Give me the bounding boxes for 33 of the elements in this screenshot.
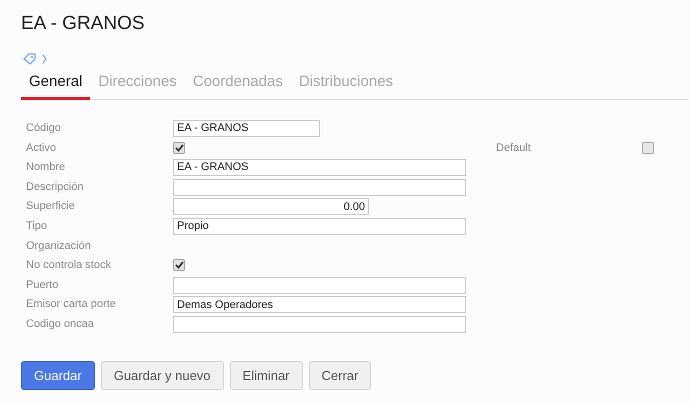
action-button[interactable]: Cerrar xyxy=(308,361,372,390)
tab[interactable]: General xyxy=(21,68,90,100)
input-field[interactable]: 0.00 xyxy=(173,198,369,216)
field-label: Puerto xyxy=(26,278,60,293)
checkmark-icon xyxy=(174,261,184,270)
field-label: Descripción xyxy=(26,180,84,195)
action-button[interactable]: Guardar xyxy=(21,361,95,390)
input-field[interactable] xyxy=(173,276,466,294)
checkbox[interactable] xyxy=(173,259,185,272)
action-button[interactable]: Eliminar xyxy=(230,361,303,390)
field-label: Superficie xyxy=(26,199,76,214)
checkmark-icon xyxy=(174,144,184,152)
input-field[interactable] xyxy=(173,316,466,333)
input-field[interactable]: EA - GRANOS xyxy=(173,158,466,176)
chevron-right-icon[interactable] xyxy=(42,54,47,64)
page-title: EA - GRANOS xyxy=(21,12,146,36)
checkbox[interactable] xyxy=(642,142,654,154)
input-field[interactable]: Propio xyxy=(173,218,466,235)
input-field[interactable] xyxy=(173,178,466,196)
checkbox[interactable] xyxy=(173,142,185,154)
field-label: Tipo xyxy=(26,219,48,234)
field-label: Default xyxy=(496,140,532,156)
input-field[interactable]: EA - GRANOS xyxy=(173,120,320,137)
field-label: Nombre xyxy=(26,160,66,176)
action-button[interactable]: Guardar y nuevo xyxy=(100,361,224,390)
field-label: Emisor carta porte xyxy=(26,297,117,312)
field-label: No controla stock xyxy=(26,258,112,274)
field-label: Codigo oncaa xyxy=(26,316,95,332)
field-label: Código xyxy=(26,121,62,136)
field-label: Activo xyxy=(26,140,57,156)
field-label: Organización xyxy=(26,238,92,254)
tag-icon xyxy=(23,53,36,65)
input-field[interactable]: Demas Operadores xyxy=(173,296,466,314)
